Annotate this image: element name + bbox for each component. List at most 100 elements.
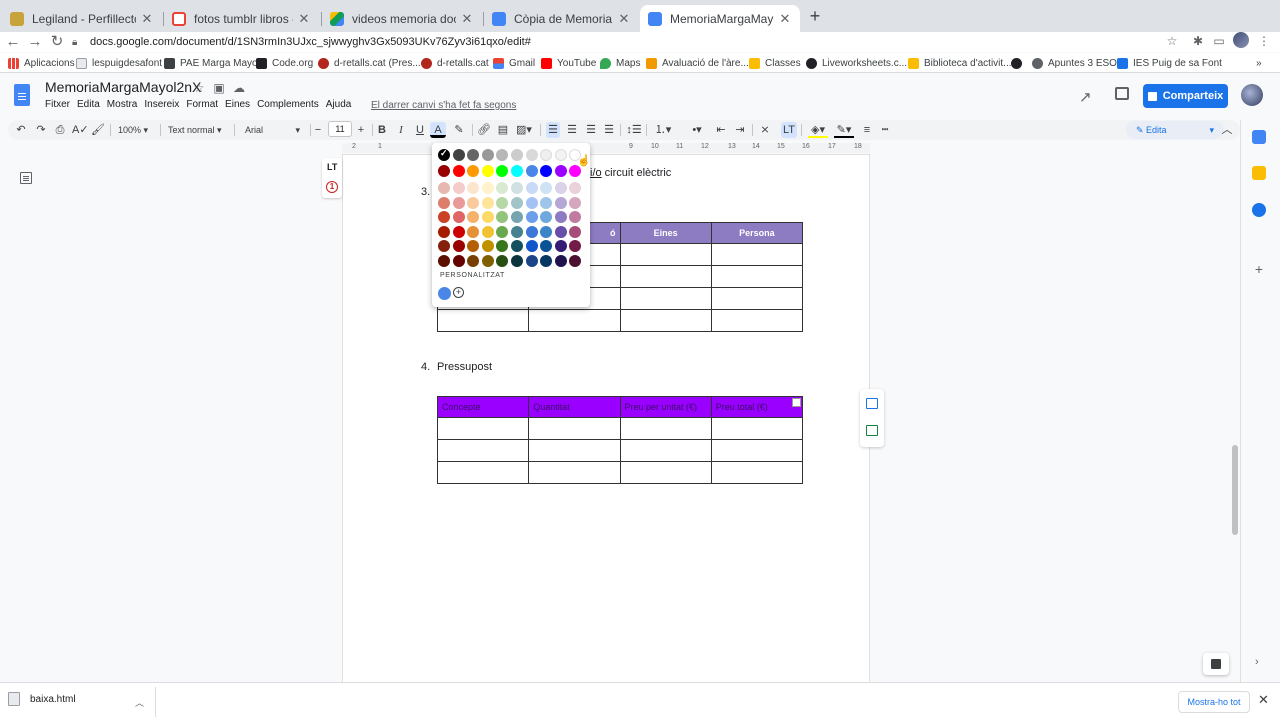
color-swatch[interactable]	[511, 182, 523, 194]
bulleted-list-icon[interactable]: •▾	[686, 122, 708, 138]
color-swatch[interactable]	[511, 165, 523, 177]
italic-button[interactable]: I	[394, 122, 408, 138]
new-tab-button[interactable]: +	[806, 6, 824, 26]
color-swatch[interactable]	[452, 149, 465, 161]
header-cell[interactable]: Quantitat	[528, 396, 621, 418]
close-tab-icon[interactable]: ✕	[460, 11, 474, 27]
color-swatch[interactable]	[452, 255, 465, 267]
keep-icon[interactable]	[1252, 166, 1266, 180]
document-outline-icon[interactable]	[20, 172, 32, 184]
bookmark-apps[interactable]: Aplicacions	[8, 55, 75, 71]
color-swatch[interactable]	[554, 211, 567, 223]
color-swatch[interactable]	[452, 182, 465, 194]
bookmark-star-icon[interactable]: ☆	[1164, 34, 1180, 50]
color-swatch[interactable]	[481, 240, 494, 252]
add-custom-color-button[interactable]: +	[453, 287, 464, 298]
text-color-button[interactable]: A	[430, 122, 446, 138]
editing-mode-select[interactable]: ✎ Edita ▾	[1126, 121, 1224, 139]
horizontal-ruler[interactable]: 2 1 9 10 11 12 13 14 15 16 17 18	[342, 143, 870, 153]
browser-tab[interactable]: fotos tumblr libros - Cerca de G ✕	[164, 5, 319, 32]
color-swatch[interactable]	[452, 165, 465, 177]
bookmark-item[interactable]: Gmail	[493, 55, 535, 71]
table-cell[interactable]	[619, 309, 712, 332]
bookmark-item[interactable]: Code.org	[256, 55, 313, 71]
table-cell[interactable]	[710, 243, 804, 266]
table-fill-color-icon[interactable]: ◈▾	[808, 122, 828, 138]
show-side-panel-icon[interactable]: ›	[1255, 656, 1259, 668]
bookmark-item[interactable]: d-retalls.cat (Pres...	[318, 55, 421, 71]
table-cell[interactable]	[436, 439, 530, 462]
color-swatch[interactable]	[554, 149, 567, 161]
border-dash-icon[interactable]: ┅	[878, 122, 892, 138]
menu-tools[interactable]: Eines	[225, 99, 250, 110]
table-cell[interactable]	[528, 461, 621, 484]
paint-format-icon[interactable]: 🖌︎	[91, 122, 105, 138]
color-swatch[interactable]	[511, 211, 523, 223]
document-scrollbar[interactable]	[1232, 445, 1238, 535]
bookmark-item[interactable]: Maps	[600, 55, 640, 71]
calendar-icon[interactable]	[1252, 130, 1266, 144]
color-swatch[interactable]	[511, 197, 523, 209]
activity-trend-icon[interactable]: ↗	[1079, 88, 1092, 106]
insert-image-icon[interactable]: ▨▾	[514, 122, 534, 138]
clear-formatting-icon[interactable]: ⨯	[758, 122, 772, 138]
bookmark-item[interactable]: Avaluació de l'àre...	[646, 55, 749, 71]
collapse-menus-icon[interactable]: ︿	[1220, 122, 1234, 138]
bookmark-item[interactable]: Biblioteca d'activit...	[908, 55, 1012, 71]
color-swatch[interactable]	[481, 165, 494, 177]
color-swatch[interactable]	[438, 182, 450, 194]
color-swatch[interactable]	[525, 197, 538, 209]
border-width-icon[interactable]: ≡	[860, 122, 874, 138]
color-swatch[interactable]	[452, 197, 465, 209]
color-swatch[interactable]	[554, 255, 567, 267]
line-spacing-icon[interactable]: ↕☰	[626, 122, 642, 138]
color-swatch[interactable]	[481, 149, 494, 161]
table-cell[interactable]	[710, 265, 804, 288]
tasks-icon[interactable]	[1252, 203, 1266, 217]
color-swatch[interactable]	[554, 197, 567, 209]
color-swatch[interactable]	[511, 226, 523, 238]
header-cell[interactable]: Preu total (€)	[710, 396, 804, 418]
menu-view[interactable]: Mostra	[107, 99, 138, 110]
color-swatch[interactable]	[481, 197, 494, 209]
decrease-indent-icon[interactable]: ⇤	[714, 122, 728, 138]
color-swatch[interactable]	[438, 240, 450, 252]
close-tab-icon[interactable]: ✕	[617, 11, 631, 27]
browser-tab[interactable]: videos memoria docs: Google D ✕	[322, 5, 482, 32]
color-swatch[interactable]	[554, 240, 567, 252]
document-title[interactable]: MemoriaMargaMayol2nX	[45, 79, 201, 95]
print-icon[interactable]: ⎙	[53, 122, 67, 138]
comments-icon[interactable]	[1115, 87, 1129, 100]
table-cell[interactable]	[619, 265, 712, 288]
header-cell[interactable]: Persona	[710, 222, 804, 244]
get-addons-icon[interactable]: +	[1252, 262, 1266, 276]
bookmark-item[interactable]: PAE Marga Mayol	[164, 55, 260, 71]
close-tab-icon[interactable]: ✕	[297, 11, 311, 27]
numbered-list-icon[interactable]: ⒈▾	[652, 122, 674, 138]
bookmark-item[interactable]: YouTube	[541, 55, 596, 71]
bookmark-item[interactable]: Apuntes 3 ESO	[1032, 55, 1117, 71]
star-icon[interactable]: ☆	[192, 81, 206, 95]
underline-button[interactable]: U	[413, 122, 427, 138]
download-item[interactable]: baixa.html	[8, 692, 76, 706]
cast-icon[interactable]: ▭	[1211, 34, 1227, 50]
table-cell[interactable]	[619, 461, 712, 484]
color-swatch[interactable]	[525, 165, 538, 177]
color-swatch[interactable]	[525, 149, 538, 161]
custom-color-swatch[interactable]	[438, 287, 451, 300]
table-cell[interactable]	[528, 417, 621, 440]
color-swatch[interactable]	[438, 197, 450, 209]
insert-link-icon[interactable]: 🔗︎	[477, 122, 491, 138]
color-swatch[interactable]	[481, 255, 494, 267]
bookmark-item[interactable]: d-retalls.cat	[421, 55, 489, 71]
move-folder-icon[interactable]: ▣	[212, 81, 226, 95]
last-edit-link[interactable]: El darrer canvi s'ha fet fa segons	[371, 100, 516, 111]
align-right-icon[interactable]: ☰	[584, 122, 598, 138]
error-count-badge[interactable]: 1	[326, 181, 338, 193]
languagetool-icon[interactable]: LT	[781, 122, 797, 138]
bookmark-item[interactable]: lespuigdesafont	[76, 55, 162, 71]
color-swatch[interactable]	[511, 149, 523, 161]
color-swatch[interactable]	[525, 211, 538, 223]
account-avatar[interactable]	[1241, 84, 1263, 106]
color-swatch[interactable]	[511, 255, 523, 267]
